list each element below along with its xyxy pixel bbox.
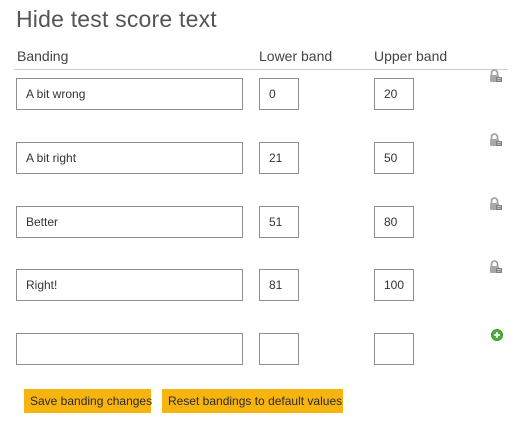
lower-band-column-header: Lower band bbox=[259, 48, 333, 64]
lower-band-field[interactable] bbox=[259, 142, 299, 174]
lower-band-field[interactable] bbox=[259, 206, 299, 238]
banding-column-header: Banding bbox=[17, 48, 69, 64]
lock-icon[interactable] bbox=[489, 133, 503, 147]
lock-icon[interactable] bbox=[489, 260, 503, 274]
band-name-field[interactable] bbox=[16, 206, 243, 238]
page-title: Hide test score text bbox=[16, 6, 217, 32]
upper-band-field[interactable] bbox=[374, 142, 414, 174]
upper-band-field[interactable] bbox=[374, 269, 414, 301]
save-banding-changes-button[interactable]: Save banding changes bbox=[24, 389, 152, 413]
reset-bandings-button[interactable]: Reset bandings to default values bbox=[162, 389, 343, 413]
add-icon[interactable] bbox=[490, 328, 504, 342]
band-row bbox=[0, 133, 518, 176]
header-divider bbox=[14, 69, 508, 70]
lower-band-field[interactable] bbox=[259, 269, 299, 301]
band-row bbox=[0, 260, 518, 303]
band-name-field[interactable] bbox=[16, 269, 243, 301]
upper-band-field[interactable] bbox=[374, 206, 414, 238]
upper-band-column-header: Upper band bbox=[374, 48, 448, 64]
band-name-field[interactable] bbox=[16, 142, 243, 174]
upper-band-field[interactable] bbox=[374, 78, 414, 110]
band-row bbox=[0, 69, 518, 112]
band-name-field[interactable] bbox=[16, 78, 243, 110]
banding-settings-page: Hide test score text Banding Lower band … bbox=[0, 0, 518, 427]
new-lower-band-field[interactable] bbox=[259, 333, 299, 365]
band-row bbox=[0, 197, 518, 240]
new-band-name-field[interactable] bbox=[16, 333, 243, 365]
new-upper-band-field[interactable] bbox=[374, 333, 414, 365]
new-band-row bbox=[0, 329, 518, 367]
lower-band-field[interactable] bbox=[259, 78, 299, 110]
lock-icon[interactable] bbox=[489, 197, 503, 211]
lock-icon[interactable] bbox=[489, 69, 503, 83]
